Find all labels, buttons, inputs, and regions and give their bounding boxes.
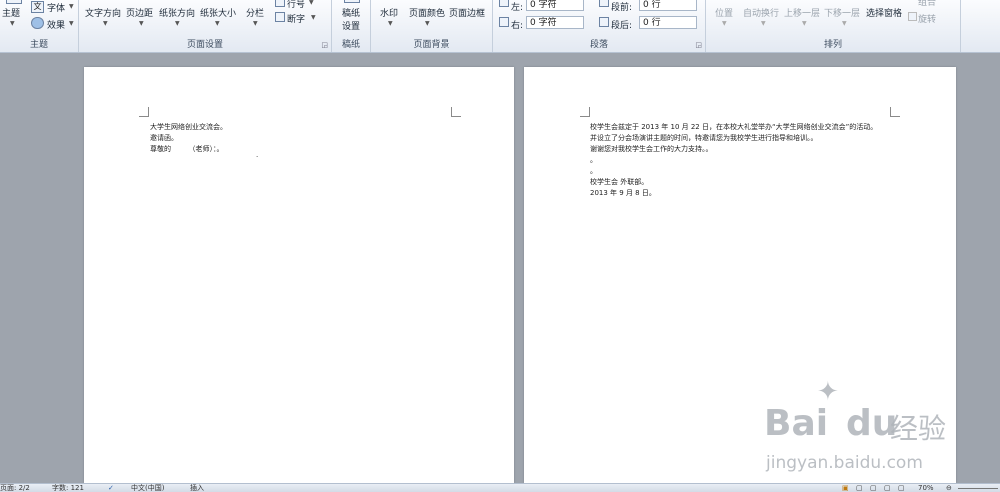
page-setup-dialog-launcher[interactable]: ◲	[321, 41, 328, 49]
rotate-icon	[908, 12, 917, 21]
theme-group: 主题 ▼ 文 字体 ▼ 效果 ▼ 主题	[0, 0, 79, 52]
fonts-dropdown-arrow[interactable]: ▼	[69, 3, 74, 10]
hyphenation-button[interactable]: 断字	[287, 12, 305, 25]
wrap-text-button[interactable]: 自动换行	[743, 6, 779, 19]
page1-line-2: 邀请函。	[150, 134, 178, 142]
page2-line-5: 。	[590, 167, 597, 175]
page1-line-3: 尊敬的 （老师）：。	[150, 145, 224, 153]
group-button[interactable]: 组合	[918, 0, 936, 8]
watermark-brand-latin: Bai	[764, 403, 829, 444]
wrap-text-arrow[interactable]: ▼	[761, 20, 766, 27]
paragraph-group: 左: 0 字符 右: 0 字符 段前: 0 行 段后: 0 行 段落 ◲	[493, 0, 706, 52]
draft-group-label: 稿纸	[341, 40, 360, 50]
draft-setup-button-line2[interactable]: 设置	[342, 19, 360, 32]
bring-forward-button[interactable]: 上移一层	[784, 6, 820, 19]
send-backward-arrow[interactable]: ▼	[842, 20, 847, 27]
page-background-group: 水印 ▼ 页面颜色 ▼ 页面边框 页面背景	[371, 0, 493, 52]
page2-line-2: 并设立了分会场演讲主题的时间，特邀请您为我校学生进行指导和培训。。	[590, 134, 818, 142]
ribbon: 主题 ▼ 文 字体 ▼ 效果 ▼ 主题 文字方向 ▼ 页边距 ▼ 纸张方向 ▼ …	[0, 0, 1000, 53]
effects-button[interactable]: 效果	[47, 18, 65, 31]
margin-corner-top-right	[451, 107, 461, 117]
columns-button[interactable]: 分栏	[246, 6, 264, 19]
size-arrow[interactable]: ▼	[215, 20, 220, 27]
orientation-arrow[interactable]: ▼	[175, 20, 180, 27]
spacing-before-icon	[599, 0, 609, 7]
effects-dropdown-arrow[interactable]: ▼	[69, 20, 74, 27]
paragraph-dialog-launcher[interactable]: ◲	[695, 41, 702, 49]
spacing-before-input[interactable]: 0 行	[639, 0, 697, 11]
effects-icon	[31, 17, 44, 29]
page-color-arrow[interactable]: ▼	[425, 20, 430, 27]
fonts-button[interactable]: 字体	[47, 1, 65, 14]
indent-right-input[interactable]: 0 字符	[526, 16, 584, 29]
paragraph-group-label: 段落	[589, 40, 608, 50]
spacing-after-input[interactable]: 0 行	[639, 16, 697, 29]
themes-dropdown-arrow[interactable]: ▼	[10, 20, 15, 27]
draft-group: 稿纸 设置 稿纸	[332, 0, 371, 52]
spacing-after-value: 0 行	[643, 18, 661, 28]
themes-icon	[6, 0, 22, 4]
document-area: 大学生网络创业交流会。 邀请函。 尊敬的 （老师）：。 . 校学生会兹定于 20…	[0, 53, 1000, 483]
themes-button[interactable]: 主题	[2, 6, 20, 19]
send-backward-button[interactable]: 下移一层	[824, 6, 860, 19]
margins-button[interactable]: 页边距	[126, 6, 153, 19]
indent-left-label: 左:	[511, 3, 524, 13]
watermark-arrow[interactable]: ▼	[388, 20, 393, 27]
line-numbers-icon	[275, 0, 285, 7]
document-page-1[interactable]: 大学生网络创业交流会。 邀请函。 尊敬的 （老师）：。 .	[84, 67, 514, 483]
indent-left-icon	[499, 0, 509, 7]
spacing-after-label: 段后:	[611, 21, 633, 31]
page-setup-group-label: 页面设置	[186, 40, 223, 50]
indent-right-label: 右:	[511, 21, 524, 31]
line-numbers-arrow[interactable]: ▼	[309, 0, 314, 6]
page-borders-button[interactable]: 页面边框	[449, 6, 485, 19]
orientation-button[interactable]: 纸张方向	[159, 6, 195, 19]
indent-left-value: 0 字符	[530, 0, 557, 10]
margin-corner-top-left-2	[580, 107, 590, 117]
page2-line-3: 谢谢您对我校学生会工作的大力支持。。	[590, 145, 713, 153]
baidu-watermark: ✦ Bai du 经验 jingyan.baidu.com	[762, 377, 962, 487]
hyphenation-arrow[interactable]: ▼	[311, 14, 316, 21]
margin-corner-top-left	[139, 107, 149, 117]
text-direction-arrow[interactable]: ▼	[103, 20, 108, 27]
draft-setup-button[interactable]: 稿纸	[342, 6, 360, 19]
page-background-group-label: 页面背景	[413, 40, 450, 50]
page1-line-1: 大学生网络创业交流会。	[150, 123, 227, 131]
position-button[interactable]: 位置	[715, 6, 733, 19]
zoom-slider[interactable]	[958, 488, 998, 489]
size-button[interactable]: 纸张大小	[200, 6, 236, 19]
page1-paragraph-mark: .	[256, 151, 259, 159]
margin-corner-top-right-2	[890, 107, 900, 117]
page2-line-1: 校学生会兹定于 2013 年 10 月 22 日，在本校大礼堂举办“大学生网络创…	[590, 123, 878, 131]
spacing-before-label: 段前:	[611, 3, 633, 13]
bring-forward-arrow[interactable]: ▼	[802, 20, 807, 27]
watermark-brand-cn: 经验	[890, 412, 947, 445]
arrange-group-label: 排列	[823, 40, 842, 50]
selection-pane-button[interactable]: 选择窗格	[866, 6, 902, 19]
position-arrow[interactable]: ▼	[722, 20, 727, 27]
page2-line-6: 校学生会 外联部。	[590, 178, 649, 186]
page2-line-7: 2013 年 9 月 8 日。	[590, 189, 656, 197]
spacing-before-value: 0 行	[643, 0, 661, 10]
indent-right-value: 0 字符	[530, 18, 557, 28]
hyphenation-icon	[275, 12, 285, 22]
rotate-button[interactable]: 旋转	[918, 12, 936, 25]
page2-line-4: 。	[590, 156, 597, 164]
indent-right-icon	[499, 17, 509, 27]
fonts-icon: 文	[31, 1, 44, 13]
watermark-button[interactable]: 水印	[380, 6, 398, 19]
page-color-button[interactable]: 页面颜色	[409, 6, 445, 19]
margins-arrow[interactable]: ▼	[139, 20, 144, 27]
draft-setup-icon	[344, 0, 360, 3]
columns-arrow[interactable]: ▼	[253, 20, 258, 27]
watermark-url: jingyan.baidu.com	[766, 453, 923, 473]
text-direction-button[interactable]: 文字方向	[85, 6, 121, 19]
theme-group-label: 主题	[29, 40, 48, 50]
line-numbers-button[interactable]: 行号	[287, 0, 305, 10]
spacing-after-icon	[599, 17, 609, 27]
arrange-group: 位置 ▼ 自动换行 ▼ 上移一层 ▼ 下移一层 ▼ 选择窗格 组合 旋转 排列	[706, 0, 961, 52]
indent-left-input[interactable]: 0 字符	[526, 0, 584, 11]
page-setup-group: 文字方向 ▼ 页边距 ▼ 纸张方向 ▼ 纸张大小 ▼ 分栏 ▼ 行号 ▼ 断字 …	[79, 0, 332, 52]
